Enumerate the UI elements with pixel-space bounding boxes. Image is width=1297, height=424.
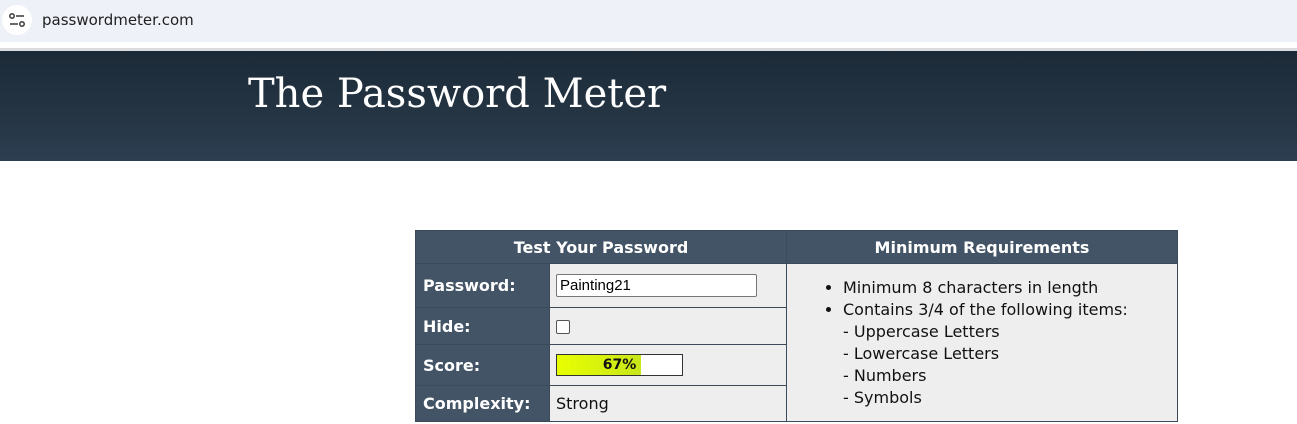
score-label: Score: <box>415 344 550 386</box>
password-cell <box>549 263 787 308</box>
complexity-label: Complexity: <box>415 385 550 422</box>
site-title[interactable]: The Password Meter <box>248 71 666 117</box>
site-settings-icon[interactable] <box>2 5 32 35</box>
test-password-heading: Test Your Password <box>415 230 787 264</box>
hide-checkbox[interactable] <box>556 320 570 334</box>
requirements-list: Minimum 8 characters in length Contains … <box>787 277 1177 409</box>
password-input[interactable] <box>556 274 757 297</box>
address-bar[interactable]: passwordmeter.com <box>0 0 1297 42</box>
score-cell: 67% <box>549 344 787 386</box>
hide-label: Hide: <box>415 307 550 345</box>
requirement-lowercase: - Lowercase Letters <box>843 344 1000 363</box>
site-header: The Password Meter <box>0 51 1297 161</box>
url-text[interactable]: passwordmeter.com <box>42 11 194 29</box>
complexity-value: Strong <box>549 385 787 422</box>
password-label: Password: <box>415 263 550 308</box>
password-meter-table: Test Your Password Minimum Requirements … <box>415 230 1178 422</box>
score-percent: 67% <box>602 357 637 373</box>
requirement-uppercase: - Uppercase Letters <box>843 322 1000 341</box>
requirement-contains-text: Contains 3/4 of the following items: <box>843 300 1128 319</box>
requirement-symbols: - Symbols <box>843 388 922 407</box>
browser-toolbar: passwordmeter.com <box>0 0 1297 44</box>
hide-cell <box>549 307 787 345</box>
requirement-contains: Contains 3/4 of the following items: - U… <box>843 299 1177 409</box>
requirement-numbers: - Numbers <box>843 366 927 385</box>
score-bar: 67% <box>556 354 683 376</box>
requirements-cell: Minimum 8 characters in length Contains … <box>786 263 1178 422</box>
requirement-length: Minimum 8 characters in length <box>843 277 1177 299</box>
requirement-sub-list: - Uppercase Letters - Lowercase Letters … <box>843 321 1177 409</box>
requirements-heading: Minimum Requirements <box>786 230 1178 264</box>
